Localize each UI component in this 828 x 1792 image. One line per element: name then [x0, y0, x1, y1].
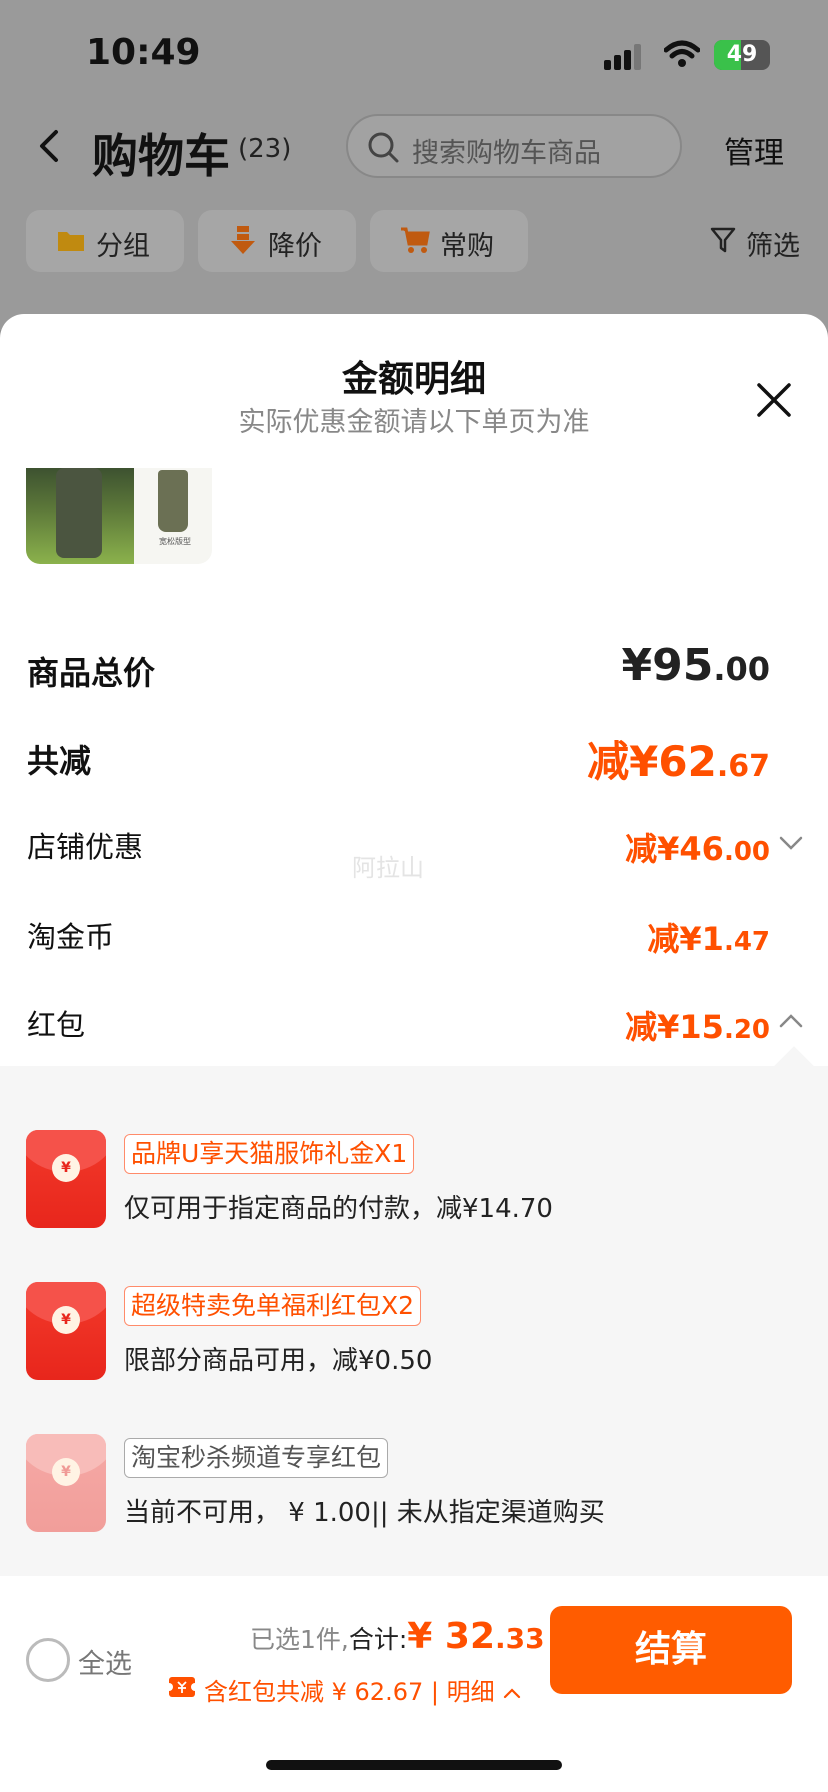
select-all-label[interactable]: 全选	[78, 1642, 132, 1681]
cart-filter-chips: 分组 降价 常购 筛选	[0, 210, 828, 272]
checkout-bar: 全选 已选1件,合计:¥ 32.33 含红包共减 ¥ 62.67 | 明细 结算	[0, 1578, 828, 1792]
coin-discount-row: 淘金币 减¥1.47	[0, 908, 828, 964]
shop-discount-row[interactable]: 店铺优惠 减¥46.00	[0, 818, 828, 874]
redpacket-desc: 当前不可用， ¥ 1.00|| 未从指定渠道购买	[124, 1498, 605, 1528]
price-down-icon	[231, 226, 255, 254]
chip-label: 常购	[440, 231, 494, 262]
search-input[interactable]: 搜索购物车商品	[346, 114, 682, 178]
thumb-caption: 宽松版型	[159, 537, 191, 546]
total-amount: ¥ 32.33	[407, 1616, 545, 1657]
red-envelope-icon: ¥	[26, 1282, 106, 1380]
redpacket-discount-row[interactable]: 红包 减¥15.20	[0, 996, 828, 1052]
redpacket-discount-amount: 减¥15.20	[625, 1008, 770, 1046]
product-photo	[26, 468, 134, 564]
sheet-subtitle: 实际优惠金额请以下单页为准	[238, 407, 590, 438]
redpacket-desc: 限部分商品可用，减¥0.50	[124, 1346, 433, 1376]
page-title: 购物车	[92, 129, 230, 183]
folder-icon	[58, 232, 84, 251]
filter-button[interactable]: 筛选	[746, 224, 800, 263]
wifi-icon	[664, 40, 700, 67]
chip-group[interactable]: 分组	[26, 210, 184, 272]
row-label: 红包	[27, 1008, 86, 1042]
cart-icon	[401, 227, 430, 253]
filter-icon[interactable]	[710, 226, 736, 254]
sheet-title: 金额明细	[341, 359, 486, 400]
total-discount-row: 共减 减¥62.67	[0, 728, 828, 788]
shop-discount-amount: 减¥46.00	[625, 830, 770, 868]
chip-label: 分组	[96, 231, 150, 262]
redpacket-tag: 淘宝秒杀频道专享红包	[124, 1438, 389, 1478]
checkout-summary: 已选1件,合计:¥ 32.33	[250, 1616, 545, 1657]
search-icon	[368, 132, 399, 163]
row-label: 淘金币	[27, 920, 115, 954]
cart-nav-bar: 购物车 (23) 搜索购物车商品 管理	[0, 110, 828, 190]
total-label: 合计:	[348, 1625, 408, 1654]
cart-count: (23)	[238, 134, 292, 164]
close-icon[interactable]	[756, 382, 792, 418]
red-envelope-icon: ¥	[26, 1130, 106, 1228]
row-label: 共减	[27, 742, 92, 780]
product-photo: 宽松版型	[134, 468, 212, 564]
redpacket-tag: 品牌U享天猫服饰礼金X1	[124, 1134, 415, 1174]
cart-page-background: 10:49 49 购物车 (23) 搜索购物车商品 管理 分组 降价 常购 筛选	[0, 0, 828, 330]
red-envelope-icon: ¥	[26, 1434, 106, 1532]
chip-price-down[interactable]: 降价	[198, 210, 356, 272]
redpacket-desc: 仅可用于指定商品的付款，减¥14.70	[124, 1194, 553, 1224]
chip-label: 降价	[268, 231, 322, 262]
chevron-down-icon[interactable]	[778, 830, 804, 856]
select-all-radio[interactable]	[26, 1638, 70, 1682]
total-discount-amount: 减¥62.67	[587, 737, 770, 786]
chevron-up-icon[interactable]	[778, 1008, 804, 1034]
redpacket-item: ¥ 超级特卖免单福利红包X2 限部分商品可用，减¥0.50	[0, 1282, 828, 1382]
battery-icon: 49	[714, 40, 770, 70]
status-bar: 10:49 49	[0, 0, 828, 100]
selected-count: 已选1件,	[250, 1625, 349, 1654]
back-arrow-icon[interactable]	[30, 126, 70, 166]
redpacket-tag: 超级特卖免单福利红包X2	[124, 1286, 422, 1326]
total-price-amount: ¥95.00	[621, 640, 770, 691]
signal-icon	[604, 44, 644, 70]
home-indicator	[266, 1760, 562, 1770]
redpacket-detail-link[interactable]: 含红包共减 ¥ 62.67 | 明细	[204, 1672, 522, 1707]
amount-detail-sheet: 金额明细 实际优惠金额请以下单页为准 宽松版型 阿拉山 商品总价 ¥95.00 …	[0, 314, 828, 1792]
battery-level: 49	[726, 42, 758, 67]
redpacket-item: ¥ 品牌U享天猫服饰礼金X1 仅可用于指定商品的付款，减¥14.70	[0, 1130, 828, 1230]
row-label: 店铺优惠	[27, 830, 144, 864]
coupon-icon	[168, 1677, 196, 1697]
row-label: 商品总价	[27, 654, 156, 692]
status-time: 10:49	[86, 32, 201, 73]
redpacket-list: ¥ 品牌U享天猫服饰礼金X1 仅可用于指定商品的付款，减¥14.70 ¥ 超级特…	[0, 1046, 828, 1576]
product-thumbnail[interactable]: 宽松版型	[26, 468, 212, 564]
chip-frequent[interactable]: 常购	[370, 210, 528, 272]
chevron-up-icon	[504, 1688, 521, 1699]
redpacket-item-unavailable: ¥ 淘宝秒杀频道专享红包 当前不可用， ¥ 1.00|| 未从指定渠道购买	[0, 1434, 828, 1534]
total-price-row: 商品总价 ¥95.00	[0, 640, 828, 700]
search-placeholder: 搜索购物车商品	[412, 138, 601, 169]
coin-discount-amount: 减¥1.47	[647, 920, 770, 958]
checkout-button[interactable]: 结算	[550, 1606, 792, 1694]
manage-button[interactable]: 管理	[724, 128, 784, 172]
